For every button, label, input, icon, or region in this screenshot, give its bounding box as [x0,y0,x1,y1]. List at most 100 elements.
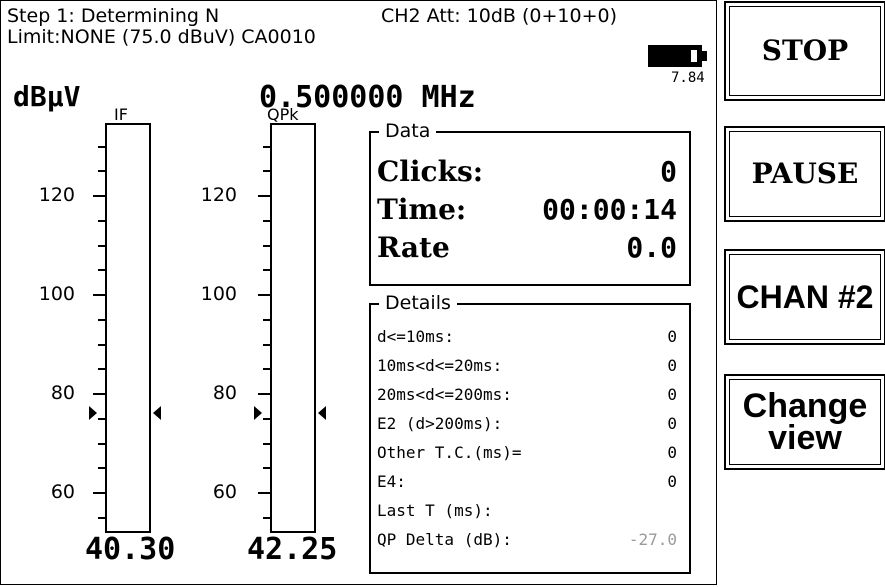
limit-marker-left-icon [254,406,262,420]
gauge-tick [263,319,270,321]
gauge-tick [98,443,105,445]
details-row: Other T.C.(ms)= 0 [377,443,677,462]
gauge-tick-label: 120 [38,184,75,206]
limit-marker-left-icon [89,406,97,420]
gauge-tick [263,146,270,148]
gauge-tick [258,294,270,296]
gauge-tick [93,393,105,395]
stop-button-label: STOP [761,34,849,67]
gauge-tick [263,269,270,271]
details-row-label: Last T (ms): [377,501,493,520]
gauge-tick [258,393,270,395]
attenuation-status: CH2 Att: 10dB (0+10+0) [381,5,618,27]
step-status: Step 1: Determining N [7,5,220,27]
limit-status: Limit:NONE (75.0 dBuV) CA0010 [7,26,316,48]
details-panel: Details d<=10ms: 0 10ms<d<=20ms: 0 20ms<… [369,291,691,574]
details-row: E2 (d>200ms): 0 [377,414,677,433]
clicks-value: 0 [660,155,677,188]
details-row: E4: 0 [377,472,677,491]
gauge-tick [263,517,270,519]
qpk-value: 42.25 [247,532,338,567]
limit-marker-right-icon [318,406,326,420]
rate-label: Rate [377,231,450,264]
time-row: Time: 00:00:14 [377,193,677,226]
details-row: 10ms<d<=20ms: 0 [377,356,677,375]
gauge-tick [98,146,105,148]
if-level-bar [105,123,151,533]
rate-row: Rate 0.0 [377,231,677,264]
rate-value: 0.0 [626,231,677,264]
qpk-gauge-label: QPk [267,105,299,124]
details-row-value: -27.0 [628,530,677,549]
gauge-tick [93,195,105,197]
gauge-tick [98,269,105,271]
gauge-tick [263,245,270,247]
gauge-tick [263,170,270,172]
details-row-value: 0 [667,385,677,404]
gauge-tick [263,443,270,445]
details-row: d<=10ms: 0 [377,327,677,346]
gauge-tick [98,220,105,222]
gauge-tick [93,492,105,494]
gauge-tick-label: 100 [200,283,237,305]
gauge-tick-label: 60 [50,481,75,503]
channel-button-label: CHAN #2 [736,279,874,315]
details-row: Last T (ms): [377,501,677,520]
gauge-tick [98,245,105,247]
gauge-tick [258,492,270,494]
battery-icon [648,45,708,67]
clicks-row: Clicks: 0 [377,155,677,188]
data-panel-title: Data [379,119,437,143]
pause-button-label: PAUSE [751,157,859,190]
details-row: 20ms<d<=200ms: 0 [377,385,677,404]
details-row-label: E2 (d>200ms): [377,414,503,433]
gauge-tick [258,195,270,197]
details-row-value: 0 [667,472,677,491]
details-row-label: QP Delta (dB): [377,530,512,549]
battery-voltage: 7.84 [671,70,705,86]
change-view-label-line2: view [768,419,842,457]
gauge-tick-label: 80 [212,382,237,404]
stop-button[interactable]: STOP [724,1,885,101]
details-row-value: 0 [667,356,677,375]
change-view-button[interactable]: Change view [724,374,885,470]
pause-button[interactable]: PAUSE [724,126,885,222]
gauge-tick-label: 80 [50,382,75,404]
details-row-value: 0 [667,414,677,433]
time-label: Time: [377,193,467,226]
details-row-label: d<=10ms: [377,327,455,346]
time-value: 00:00:14 [542,193,677,226]
if-gauge-label: IF [114,105,128,124]
clicks-label: Clicks: [377,155,484,188]
gauge-tick-label: 60 [212,481,237,503]
details-row-value: 0 [667,327,677,346]
gauge-tick [98,418,105,420]
qpk-level-bar [270,123,316,533]
if-value: 40.30 [85,532,176,567]
details-row-label: E4: [377,472,406,491]
gauge-tick [98,344,105,346]
details-row-label: 20ms<d<=200ms: [377,385,512,404]
gauge-tick [98,467,105,469]
gauge-tick [263,368,270,370]
details-row-label: 10ms<d<=20ms: [377,356,503,375]
instrument-screen: Step 1: Determining N CH2 Att: 10dB (0+1… [0,0,717,585]
details-row-value: 0 [667,443,677,462]
gauge-tick-label: 120 [200,184,237,206]
gauge-tick [263,418,270,420]
gauge-tick-label: 100 [38,283,75,305]
gauge-tick [263,220,270,222]
details-panel-title: Details [379,291,457,315]
gauge-tick [98,319,105,321]
details-row: QP Delta (dB): -27.0 [377,530,677,549]
gauge-tick [263,344,270,346]
gauge-tick [93,294,105,296]
gauge-tick [98,368,105,370]
details-row-label: Other T.C.(ms)= [377,443,522,462]
gauge-tick [98,517,105,519]
unit-label: dBµV [13,80,81,113]
gauge-tick [98,170,105,172]
channel-button[interactable]: CHAN #2 [724,249,885,345]
limit-marker-right-icon [153,406,161,420]
data-panel: Data Clicks: 0 Time: 00:00:14 Rate 0.0 [369,119,691,286]
